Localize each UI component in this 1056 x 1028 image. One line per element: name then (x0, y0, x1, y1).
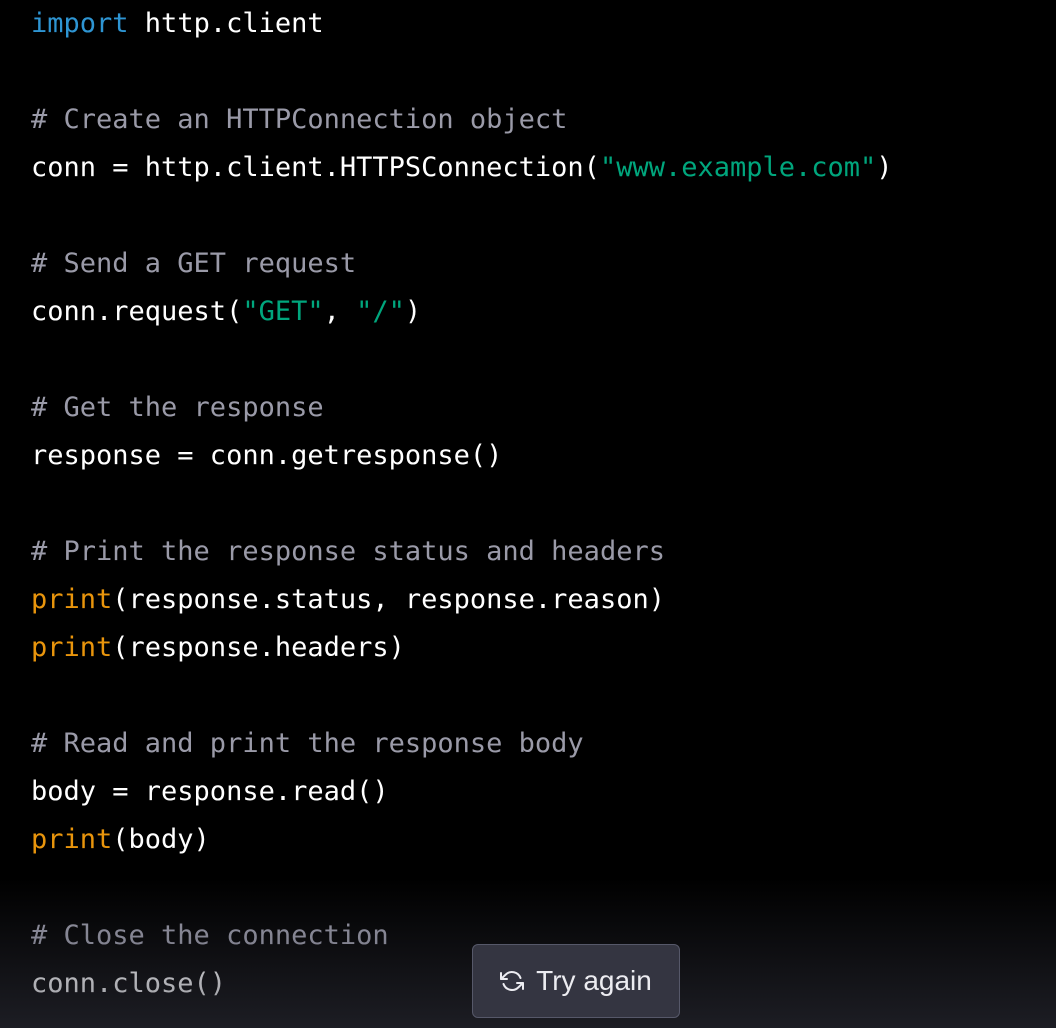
code-token-plain: response = conn.getresponse() (31, 440, 503, 471)
code-token-plain: http.client (128, 8, 324, 39)
code-token-plain: (body) (112, 824, 210, 855)
code-line: body = response.read() (31, 768, 893, 816)
code-token-comment: # Send a GET request (31, 248, 357, 279)
try-again-label: Try again (536, 965, 652, 996)
code-token-string: "/" (356, 296, 405, 327)
code-line: # Send a GET request (31, 240, 893, 288)
code-token-keyword: import (31, 8, 129, 39)
code-token-string: "GET" (242, 296, 324, 327)
code-token-comment: # Print the response status and headers (31, 536, 665, 567)
code-block: import http.client # Create an HTTPConne… (0, 0, 1056, 1028)
code-token-comment: # Create an HTTPConnection object (31, 104, 568, 135)
code-line: conn.close() (31, 960, 893, 1008)
code-token-plain: (response.status, response.reason) (112, 584, 665, 615)
code-token-plain: conn = http.client.HTTPSConnection( (31, 152, 600, 183)
refresh-icon (500, 969, 525, 993)
code-token-builtin: print (31, 584, 113, 615)
code-content: import http.client # Create an HTTPConne… (31, 0, 893, 1008)
code-line: print(response.status, response.reason) (31, 576, 893, 624)
code-token-string: "www.example.com" (599, 152, 877, 183)
code-token-plain: conn.request( (31, 296, 243, 327)
code-token-comment: # Close the connection (31, 920, 389, 951)
code-token-plain: , (323, 296, 357, 327)
code-token-builtin: print (31, 632, 113, 663)
code-line: # Create an HTTPConnection object (31, 96, 893, 144)
code-token-comment: # Read and print the response body (31, 728, 584, 759)
try-again-button[interactable]: Try again (472, 944, 680, 1018)
code-token-plain: (response.headers) (112, 632, 405, 663)
code-token-builtin: print (31, 824, 113, 855)
code-line: # Read and print the response body (31, 720, 893, 768)
code-line: response = conn.getresponse() (31, 432, 893, 480)
code-line: # Print the response status and headers (31, 528, 893, 576)
code-token-plain: ) (876, 152, 893, 183)
code-line: conn.request("GET", "/") (31, 288, 893, 336)
code-token-plain: body = response.read() (31, 776, 389, 807)
code-token-plain: ) (404, 296, 422, 327)
code-line: import http.client (31, 0, 893, 48)
code-line: # Get the response (31, 384, 893, 432)
code-line: print(body) (31, 816, 893, 864)
code-line: conn = http.client.HTTPSConnection("www.… (31, 144, 893, 192)
code-token-plain: conn.close() (31, 968, 227, 999)
code-line: # Close the connection (31, 912, 893, 960)
code-line: print(response.headers) (31, 624, 893, 672)
code-token-comment: # Get the response (31, 392, 324, 423)
